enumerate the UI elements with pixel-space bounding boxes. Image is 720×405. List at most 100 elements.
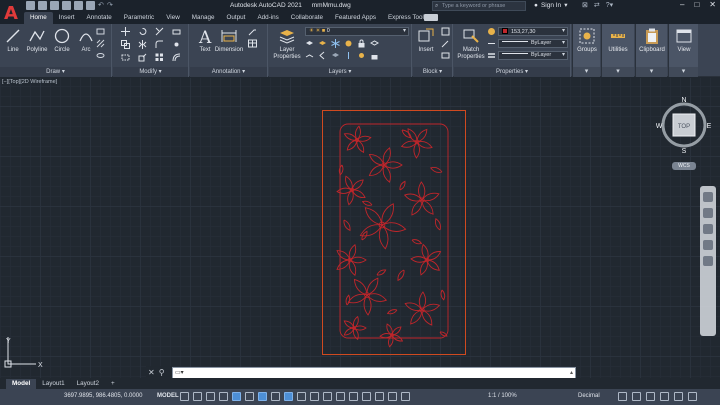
command-customize-icon[interactable]: ⚲: [159, 368, 165, 377]
cloud-icon[interactable]: [74, 1, 83, 10]
tab-view[interactable]: View: [160, 12, 186, 24]
graphics-performance-icon[interactable]: [660, 392, 669, 401]
full-navigation-wheel-icon[interactable]: [703, 192, 713, 202]
isometric-icon[interactable]: [258, 392, 267, 401]
groups-tool[interactable]: Groups: [574, 27, 600, 54]
layers-panel-title[interactable]: Layers ▾: [269, 67, 411, 77]
transparency-icon[interactable]: [310, 392, 319, 401]
app-menu-button[interactable]: A: [0, 0, 22, 26]
infer-constraints-icon[interactable]: [206, 392, 215, 401]
units-selector[interactable]: Decimal: [578, 393, 600, 399]
explode-icon[interactable]: [172, 40, 181, 49]
rotate-icon[interactable]: [138, 27, 147, 36]
workspace-switch-icon[interactable]: [618, 392, 627, 401]
gizmo-icon[interactable]: [375, 392, 384, 401]
utilities-tool[interactable]: Utilities: [605, 27, 631, 54]
offset-icon[interactable]: [172, 53, 181, 62]
layer-walk-icon[interactable]: [305, 51, 314, 60]
showmotion-icon[interactable]: [703, 256, 713, 266]
tab-add-ins[interactable]: Add-ins: [251, 12, 284, 24]
circle-tool[interactable]: Circle: [49, 27, 75, 54]
orbit-icon[interactable]: [703, 240, 713, 250]
3d-osnap-icon[interactable]: [336, 392, 345, 401]
ellipse-icon[interactable]: [96, 51, 105, 60]
trim-icon[interactable]: [155, 27, 164, 36]
table-icon[interactable]: [248, 39, 257, 48]
ribbon-toggle-button[interactable]: [424, 14, 438, 21]
command-input[interactable]: ▭▾ ▴: [172, 366, 576, 379]
viewcube[interactable]: TOP N S E W: [656, 95, 712, 155]
search-input[interactable]: ⌕ Type a keyword or phrase: [432, 1, 526, 11]
polar-tracking-icon[interactable]: [245, 392, 254, 401]
layer-properties-tool[interactable]: Layer Properties: [271, 27, 303, 61]
layer-off-icon[interactable]: [344, 39, 353, 48]
tab-parametric[interactable]: Parametric: [118, 12, 160, 24]
groups-panel[interactable]: Groups ▾: [572, 24, 600, 77]
insert-tool[interactable]: Insert: [413, 27, 439, 54]
block-panel-title[interactable]: Block ▾: [413, 67, 452, 77]
object-snap-icon[interactable]: [284, 392, 293, 401]
layer-unlock-icon[interactable]: [370, 51, 379, 60]
layer-dropdown[interactable]: ☀ ☀ ■ 0: [305, 27, 409, 36]
add-layout-button[interactable]: +: [105, 379, 121, 389]
tab-output[interactable]: Output: [221, 12, 252, 24]
dimension-tool[interactable]: Dimension: [214, 27, 244, 54]
save-icon[interactable]: [50, 1, 59, 10]
layer-lock-icon[interactable]: [357, 39, 366, 48]
match-properties-tool[interactable]: Match Properties: [456, 27, 486, 61]
isolate-objects-icon[interactable]: [646, 392, 655, 401]
wcs-menu[interactable]: WCS: [672, 162, 696, 170]
minimize-icon[interactable]: –: [680, 0, 684, 9]
quick-properties-icon[interactable]: [632, 392, 641, 401]
annotation-scale[interactable]: 1:1 / 100%: [488, 393, 517, 399]
selection-cycling-icon[interactable]: [323, 392, 332, 401]
drawing-viewport[interactable]: [−][Top][2D Wireframe] TOP N S E W WCS Y: [0, 78, 720, 378]
color-dropdown[interactable]: 153,27,30: [498, 27, 568, 36]
selection-filter-icon[interactable]: [362, 392, 371, 401]
redo-icon[interactable]: ↷: [107, 1, 113, 10]
viewport-controls[interactable]: [−][Top][2D Wireframe]: [2, 79, 57, 85]
exchange-icon[interactable]: ⇄: [594, 1, 600, 9]
fillet-icon[interactable]: [155, 40, 164, 49]
tab-model[interactable]: Model: [6, 379, 37, 389]
stretch-icon[interactable]: [121, 53, 130, 62]
layer-on-icon[interactable]: [357, 51, 366, 60]
command-close-icon[interactable]: ✕: [148, 368, 155, 377]
layer-match-icon[interactable]: [370, 39, 379, 48]
help-icon[interactable]: ?▾: [606, 1, 613, 9]
annotation-visibility-icon[interactable]: [388, 392, 397, 401]
layer-unisolate-icon[interactable]: [331, 51, 340, 60]
layer-isolate-icon[interactable]: [318, 39, 327, 48]
tab-collaborate[interactable]: Collaborate: [285, 12, 329, 24]
sign-in-button[interactable]: ● Sign In ▾: [534, 1, 567, 10]
object-snap-tracking-icon[interactable]: [271, 392, 280, 401]
move-icon[interactable]: [121, 27, 130, 36]
lineweight-dropdown[interactable]: ByLayer: [498, 51, 568, 60]
customization-icon[interactable]: [688, 392, 697, 401]
close-icon[interactable]: ✕: [709, 0, 716, 9]
clipboard-tool[interactable]: Clipboard: [639, 27, 665, 54]
command-history-icon[interactable]: ▴: [570, 368, 573, 378]
zoom-extents-icon[interactable]: [703, 224, 713, 234]
tab-insert[interactable]: Insert: [53, 12, 81, 24]
view-panel[interactable]: View ▾: [668, 24, 698, 77]
polyline-tool[interactable]: Polyline: [22, 27, 52, 54]
edit-block-icon[interactable]: [441, 39, 450, 48]
draw-panel-title[interactable]: Draw ▾: [0, 67, 111, 77]
command-prompt-icon[interactable]: ▭▾: [175, 370, 184, 376]
save-as-icon[interactable]: [62, 1, 71, 10]
clipboard-expand[interactable]: ▾: [636, 67, 667, 77]
auto-scale-icon[interactable]: [401, 392, 410, 401]
utilities-expand[interactable]: ▾: [602, 67, 634, 77]
hatch-icon[interactable]: [96, 39, 105, 48]
scale-icon[interactable]: [138, 53, 147, 62]
tab-manage[interactable]: Manage: [186, 12, 221, 24]
layer-thaw-icon[interactable]: [344, 51, 353, 60]
modify-panel-title[interactable]: Modify ▾: [113, 67, 188, 77]
model-space-button[interactable]: MODEL: [157, 393, 179, 399]
ortho-icon[interactable]: [232, 392, 241, 401]
view-expand[interactable]: ▾: [669, 67, 698, 77]
clean-screen-icon[interactable]: [674, 392, 683, 401]
view-tool[interactable]: View: [671, 27, 697, 54]
rectangle-icon[interactable]: [96, 27, 105, 36]
